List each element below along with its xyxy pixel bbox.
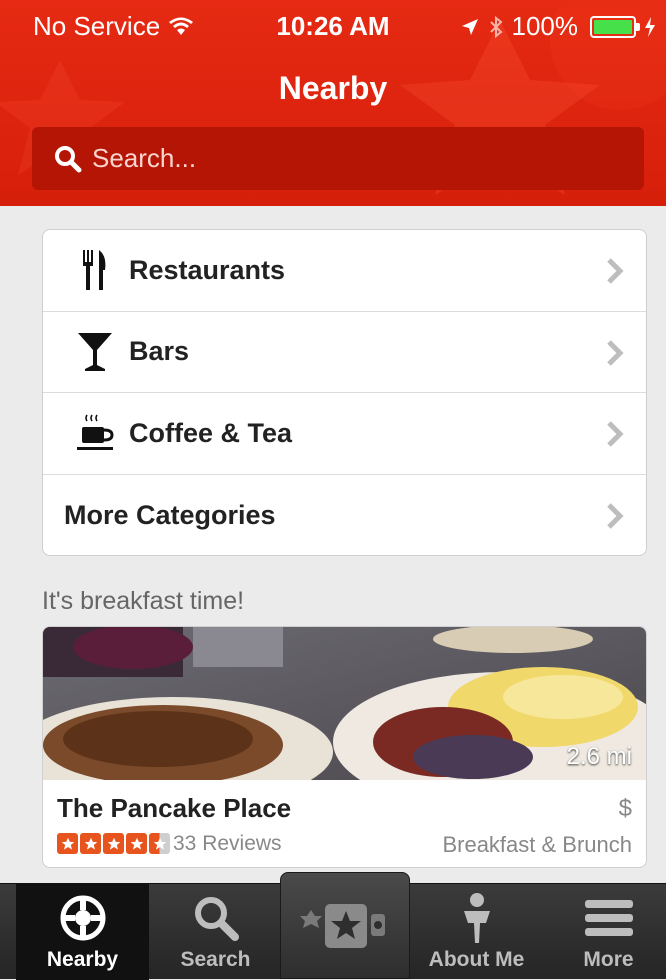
tab-more[interactable]: More bbox=[542, 884, 666, 980]
distance-label: 2.6 mi bbox=[566, 743, 632, 770]
price-level: $ bbox=[618, 795, 632, 822]
search-icon bbox=[55, 145, 82, 172]
business-card[interactable]: 2.6 mi The Pancake Place $ 33 Reviews Br… bbox=[42, 626, 647, 868]
chevron-right-icon bbox=[607, 258, 624, 284]
category-label: Coffee & Tea bbox=[129, 417, 293, 448]
category-row-more[interactable]: More Categories bbox=[43, 475, 646, 556]
nearby-compass-icon bbox=[60, 892, 106, 944]
business-name: The Pancake Place bbox=[57, 793, 292, 823]
star-icon bbox=[80, 833, 101, 854]
business-photo bbox=[43, 627, 646, 780]
menu-icon bbox=[584, 892, 633, 944]
category-row-bars[interactable]: Bars bbox=[43, 312, 646, 393]
battery-icon bbox=[590, 15, 640, 38]
check-in-button[interactable] bbox=[280, 872, 410, 979]
location-arrow-icon bbox=[461, 18, 478, 35]
header: No Service 10:26 AM 100% Nearby bbox=[0, 0, 666, 206]
star-icon bbox=[126, 833, 147, 854]
person-icon bbox=[462, 892, 492, 944]
star-icon bbox=[57, 833, 78, 854]
tab-label: Nearby bbox=[46, 948, 119, 971]
status-bar: No Service 10:26 AM 100% bbox=[0, 0, 666, 41]
cocktail-glass-icon bbox=[75, 330, 115, 374]
category-label: More Categories bbox=[64, 499, 276, 530]
search-icon bbox=[193, 892, 239, 944]
bluetooth-icon bbox=[489, 15, 502, 38]
category-label: Bars bbox=[129, 336, 190, 367]
battery-percent: 100% bbox=[511, 11, 579, 41]
category-label: Restaurants bbox=[129, 254, 286, 285]
fork-knife-icon bbox=[75, 248, 115, 292]
coffee-cup-icon bbox=[75, 411, 115, 455]
tab-nearby[interactable]: Nearby bbox=[16, 884, 149, 980]
chevron-right-icon bbox=[607, 502, 624, 529]
tab-label: More bbox=[583, 948, 634, 971]
star-rating bbox=[57, 833, 170, 854]
category-row-restaurants[interactable]: Restaurants bbox=[43, 230, 646, 312]
search-input[interactable] bbox=[92, 143, 612, 174]
tab-label: Search bbox=[180, 948, 251, 971]
star-icon bbox=[103, 833, 124, 854]
search-bar[interactable] bbox=[32, 127, 644, 190]
tab-about-me[interactable]: About Me bbox=[410, 884, 543, 980]
review-count: 33 Reviews bbox=[173, 832, 282, 855]
check-in-star-icon bbox=[300, 903, 385, 948]
half-star-icon bbox=[149, 833, 170, 854]
charging-bolt-icon bbox=[645, 16, 655, 37]
chevron-right-icon bbox=[607, 421, 624, 447]
tab-label: About Me bbox=[428, 948, 525, 971]
business-category: Breakfast & Brunch bbox=[442, 832, 632, 857]
page-title: Nearby bbox=[278, 70, 388, 106]
category-list: Restaurants Bars Coffee & Tea More Categ… bbox=[42, 229, 647, 556]
section-heading: It's breakfast time! bbox=[42, 587, 245, 615]
chevron-right-icon bbox=[607, 339, 624, 366]
tab-search[interactable]: Search bbox=[149, 884, 282, 980]
category-row-coffee-tea[interactable]: Coffee & Tea bbox=[43, 393, 646, 475]
